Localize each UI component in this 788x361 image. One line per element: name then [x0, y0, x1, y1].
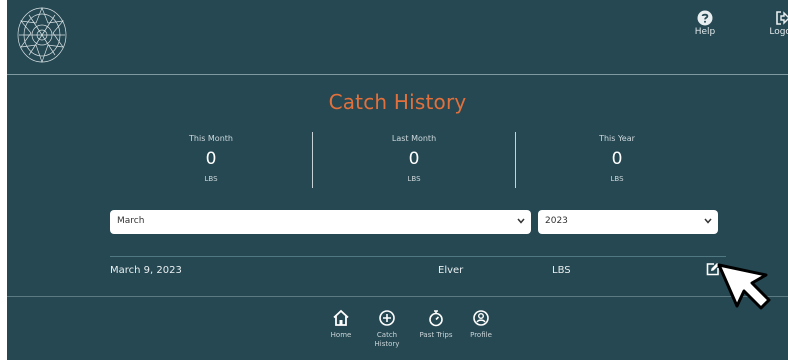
logo-emblem[interactable]	[15, 5, 69, 65]
stat-this-month: This Month 0 LBS	[110, 132, 312, 190]
year-select-value: 2023	[545, 216, 568, 226]
stat-label: Last Month	[391, 134, 437, 143]
month-select-value: March	[117, 216, 145, 226]
stat-label: This Year	[599, 134, 635, 143]
plus-circle-icon	[379, 310, 395, 326]
month-select[interactable]: March	[110, 210, 531, 234]
catch-weight-unit: LBS	[552, 265, 571, 276]
logout-icon	[776, 11, 788, 25]
logout-button[interactable]: Logou	[759, 10, 788, 37]
nav-history-label: History	[374, 340, 400, 348]
home-icon	[333, 309, 349, 326]
stat-unit: LBS	[204, 175, 218, 183]
stat-last-month: Last Month 0 LBS	[313, 132, 515, 190]
catch-date: March 9, 2023	[110, 265, 182, 276]
nav-home[interactable]: Home	[321, 309, 361, 340]
nav-profile[interactable]: Profile	[461, 309, 501, 340]
top-bar: Help Logou	[7, 0, 788, 75]
help-button[interactable]: Help	[681, 10, 729, 37]
mouse-cursor	[717, 263, 771, 310]
logout-label: Logou	[769, 27, 788, 37]
nav-home-label: Home	[330, 331, 352, 339]
stopwatch-icon	[429, 310, 443, 327]
nav-past-trips-label: Past Trips	[419, 331, 453, 339]
nav-catch-label: Catch	[376, 331, 398, 339]
nav-profile-label: Profile	[470, 331, 492, 339]
profile-icon	[473, 310, 489, 326]
app-page: Help Logou Catch History This Month 0 LB…	[7, 0, 788, 360]
help-label: Help	[694, 27, 716, 37]
nav-catch-history[interactable]: Catch History	[367, 309, 407, 349]
stat-label: This Month	[189, 134, 233, 143]
nav-past-trips[interactable]: Past Trips	[416, 309, 456, 340]
stat-this-year: This Year 0 LBS	[516, 132, 718, 190]
stats-summary: This Month 0 LBS Last Month 0 LBS This Y…	[110, 132, 718, 190]
help-icon	[697, 10, 713, 26]
catch-species: Elver	[438, 265, 464, 276]
chevron-down-icon	[517, 218, 525, 224]
year-select[interactable]: 2023	[538, 210, 718, 234]
page-title: Catch History	[328, 90, 467, 114]
stat-value: 0	[205, 149, 217, 169]
bottom-nav: Home Catch History Past Trips Profile	[7, 296, 788, 361]
stat-value: 0	[408, 149, 420, 169]
stat-unit: LBS	[407, 175, 421, 183]
stat-value: 0	[611, 149, 623, 169]
catch-row[interactable]: March 9, 2023 Elver LBS	[110, 256, 726, 283]
stat-unit: LBS	[610, 175, 624, 183]
chevron-down-icon	[704, 218, 712, 224]
